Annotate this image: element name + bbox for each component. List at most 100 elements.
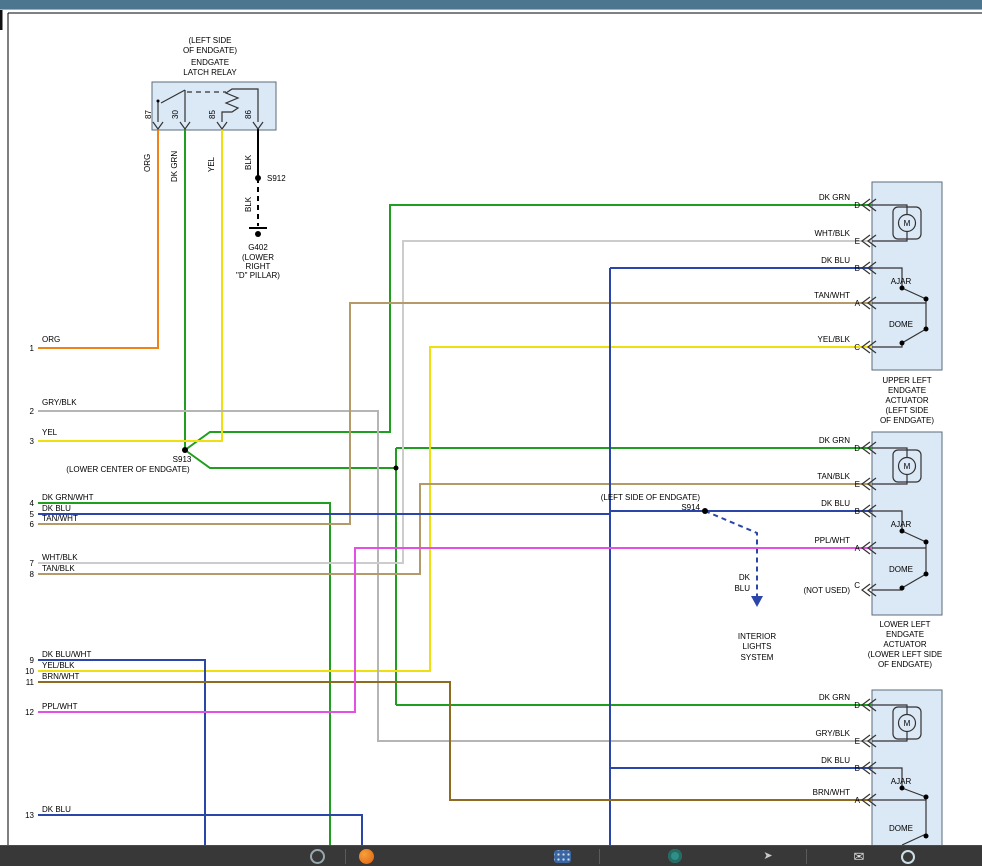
act2-pin-b: B: [855, 507, 860, 516]
act3-pin-e: E: [855, 737, 860, 746]
ground-location-line2: RIGHT: [246, 262, 271, 271]
wire6-num: 6: [30, 520, 35, 529]
app-grid-icon[interactable]: [554, 850, 571, 863]
wire-dkgrn-branch: [185, 450, 396, 468]
act1-title-line1: UPPER LEFT: [882, 376, 931, 385]
wire2-num: 2: [30, 407, 35, 416]
junction-dot: [900, 529, 905, 534]
messenger-icon[interactable]: [668, 849, 682, 863]
taskbar-separator: [599, 849, 600, 864]
junction-dot: [182, 447, 188, 453]
junction-dot: [900, 786, 905, 791]
wire3-num: 3: [30, 437, 35, 446]
branch-dkblu-line1: DK: [739, 573, 751, 582]
window-chrome-bar: [0, 0, 982, 10]
wire6-label: TAN/WHT: [42, 514, 78, 523]
junction-dot: [900, 586, 905, 591]
ground-location-line3: "D" PILLAR): [236, 271, 280, 280]
act3-wire-e: GRY/BLK: [815, 729, 850, 738]
relay-pin-87-label: 87: [144, 110, 153, 119]
act2-title-line3: ACTUATOR: [883, 640, 926, 649]
relay-title-line1: ENDGATE: [191, 58, 229, 67]
wire13-num: 13: [25, 811, 34, 820]
wire8-label: TAN/BLK: [42, 564, 75, 573]
act2-pin-c: C: [854, 581, 860, 590]
interior-lights-line1: INTERIOR: [738, 632, 776, 641]
act2-wire-b: DK BLU: [821, 499, 850, 508]
interior-lights-arrow: [751, 596, 763, 607]
act1-title-line5: OF ENDGATE): [880, 416, 934, 425]
wire4-num: 4: [30, 499, 35, 508]
act1-wire-a: TAN/WHT: [814, 291, 850, 300]
junction-dot: [924, 297, 929, 302]
act3-wire-b: DK BLU: [821, 756, 850, 765]
junction-dot: [702, 508, 708, 514]
wire-blk2-vertical-label: BLK: [244, 196, 253, 212]
act1-motor-label: M: [904, 219, 911, 228]
splice-s913-label: S913: [173, 455, 192, 464]
act1-ajar-label: AJAR: [891, 277, 912, 286]
act2-wire-d: DK GRN: [819, 436, 850, 445]
relay-location-line2: OF ENDGATE): [183, 46, 237, 55]
junction-dot: [924, 327, 929, 332]
junction-dot: [924, 572, 929, 577]
junction-dot: [924, 795, 929, 800]
act2-pin-a: A: [855, 544, 861, 553]
wire-org-vertical-label: ORG: [143, 154, 152, 172]
wire3-label: YEL: [42, 428, 58, 437]
act1-wire-d: DK GRN: [819, 193, 850, 202]
wire10-num: 10: [25, 667, 34, 676]
act3-pin-b: B: [855, 764, 860, 773]
wire2-label: GRY/BLK: [42, 398, 77, 407]
wire4-label: DK GRN/WHT: [42, 493, 94, 502]
act1-title-line3: ACTUATOR: [885, 396, 928, 405]
wire10-label: YEL/BLK: [42, 661, 75, 670]
splice-s914-location: (LEFT SIDE OF ENDGATE): [601, 493, 701, 502]
relay-title-line2: LATCH RELAY: [183, 68, 237, 77]
firefox-browser-icon[interactable]: [359, 849, 374, 864]
act2-title-line5: OF ENDGATE): [878, 660, 932, 669]
act2-title-line1: LOWER LEFT: [879, 620, 930, 629]
act1-dome-label: DOME: [889, 320, 913, 329]
act3-wire-a: BRN/WHT: [813, 788, 850, 797]
wire-dkbluwht-9: [38, 660, 205, 845]
wire9-num: 9: [30, 656, 35, 665]
wire7-num: 7: [30, 559, 35, 568]
mail-icon[interactable]: [851, 849, 867, 864]
junction-dot: [157, 100, 160, 103]
act3-wire-d: DK GRN: [819, 693, 850, 702]
act2-dome-label: DOME: [889, 565, 913, 574]
act2-pin-d: D: [854, 444, 860, 453]
share-arrow-icon[interactable]: [760, 849, 776, 864]
act3-pin-a: A: [855, 796, 861, 805]
status-ring-icon[interactable]: [901, 850, 915, 864]
taskbar-separator: [806, 849, 807, 864]
act1-pin-c: C: [854, 343, 860, 352]
act1-pin-b: B: [855, 264, 860, 273]
wire5-num: 5: [30, 510, 35, 519]
act1-wire-b: DK BLU: [821, 256, 850, 265]
wire13-label: DK BLU: [42, 805, 71, 814]
wire9-label: DK BLU/WHT: [42, 650, 91, 659]
act1-wire-c: YEL/BLK: [818, 335, 851, 344]
ground-g402-label: G402: [248, 243, 268, 252]
wire12-label: PPL/WHT: [42, 702, 78, 711]
act2-ajar-label: AJAR: [891, 520, 912, 529]
junction-dot: [900, 286, 905, 291]
interior-lights-line2: LIGHTS: [743, 642, 772, 651]
taskbar-separator: [345, 849, 346, 864]
wire1-num: 1: [30, 344, 35, 353]
record-ring-icon[interactable]: [310, 849, 325, 864]
wire5-label: DK BLU: [42, 504, 71, 513]
act1-pin-d: D: [854, 201, 860, 210]
wire-yelblk-10: [38, 347, 872, 671]
act2-title-line4: (LOWER LEFT SIDE: [868, 650, 943, 659]
act3-pin-d: D: [854, 701, 860, 710]
relay-pin-86-label: 86: [244, 110, 253, 119]
act2-wire-e: TAN/BLK: [817, 472, 850, 481]
junction-dot: [924, 834, 929, 839]
act2-wire-a: PPL/WHT: [814, 536, 850, 545]
act1-title-line4: (LEFT SIDE: [886, 406, 929, 415]
splice-s914-label: S914: [681, 503, 700, 512]
taskbar: [0, 845, 982, 866]
